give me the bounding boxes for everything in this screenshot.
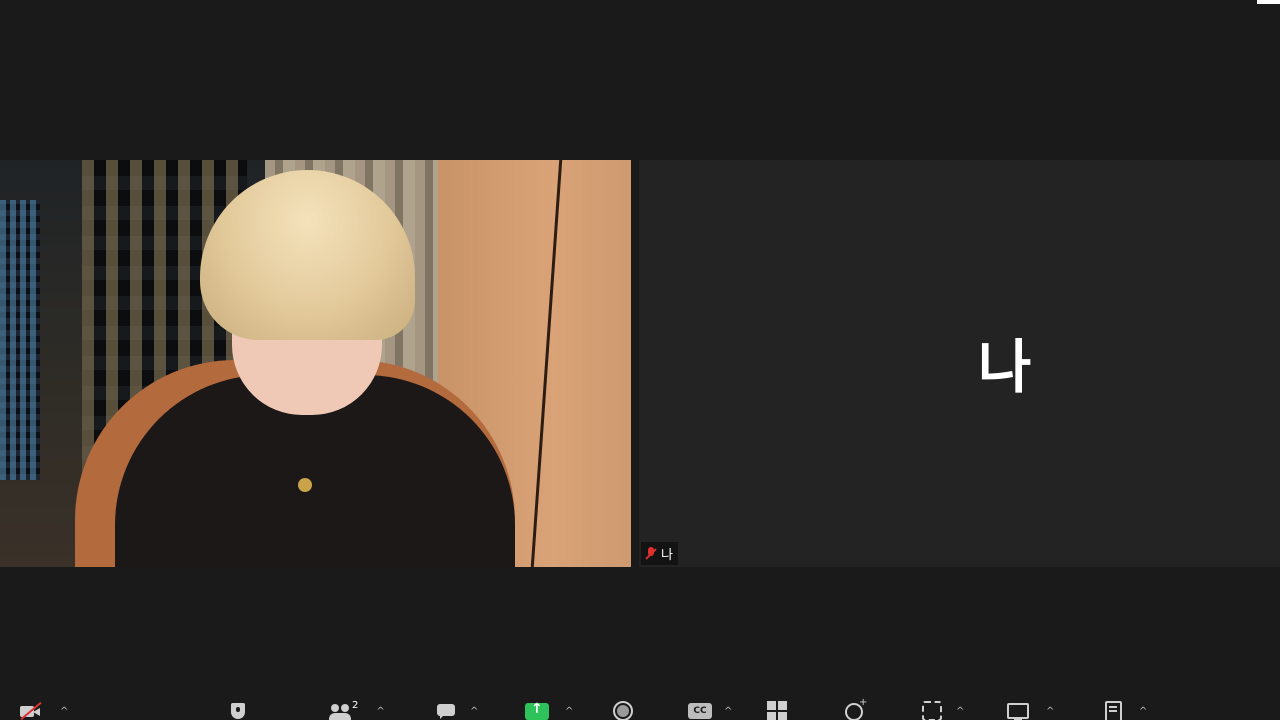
shield-icon <box>228 701 248 719</box>
screen-view-button[interactable]: ^ <box>1007 700 1054 720</box>
meeting-toolbar: ^ 2 ^ ^ ^ ^ <box>0 692 1280 720</box>
share-screen-icon <box>525 701 549 720</box>
meeting-window: 나 나 ^ 2 ^ ^ ^ <box>0 0 1280 720</box>
participants-count: 2 <box>352 699 359 711</box>
share-screen-button[interactable]: ^ <box>525 700 573 720</box>
notes-icon <box>1103 701 1123 720</box>
apps-button[interactable] <box>767 700 787 720</box>
closed-captions-button[interactable]: ^ <box>688 700 732 720</box>
city-building <box>0 200 40 480</box>
reactions-button[interactable] <box>845 697 867 720</box>
self-display-name: 나 <box>977 333 1032 401</box>
participants-button[interactable]: 2 ^ <box>329 699 385 720</box>
mic-muted-icon <box>645 547 657 560</box>
chevron-up-icon[interactable]: ^ <box>956 707 964 717</box>
chevron-up-icon[interactable]: ^ <box>376 707 384 717</box>
chevron-up-icon[interactable]: ^ <box>1046 707 1054 717</box>
chevron-up-icon[interactable]: ^ <box>60 707 68 717</box>
chevron-up-icon[interactable]: ^ <box>1139 707 1147 717</box>
self-name-tag: 나 <box>641 542 678 565</box>
focus-button[interactable]: ^ <box>922 700 964 720</box>
security-button[interactable] <box>228 700 248 720</box>
chat-button[interactable]: ^ <box>436 700 478 720</box>
record-button[interactable] <box>613 700 633 720</box>
video-slash-icon <box>20 701 42 720</box>
people-icon <box>329 701 351 720</box>
self-name-label: 나 <box>661 548 673 563</box>
necklace-pendant <box>298 478 312 492</box>
self-video-tile[interactable]: 나 나 <box>639 160 1280 567</box>
chevron-up-icon[interactable]: ^ <box>724 707 732 717</box>
chevron-up-icon[interactable]: ^ <box>565 707 573 717</box>
remote-video-tile[interactable] <box>0 160 631 567</box>
record-icon <box>613 701 633 720</box>
apps-grid-icon <box>767 701 787 719</box>
video-button[interactable]: ^ <box>20 700 68 720</box>
focus-icon <box>922 701 942 720</box>
video-feed <box>0 160 631 567</box>
chat-icon <box>436 701 456 719</box>
status-indicator <box>1257 0 1280 4</box>
chevron-up-icon[interactable]: ^ <box>470 707 478 717</box>
cc-icon <box>688 701 712 719</box>
screen-icon <box>1007 701 1029 720</box>
notes-button[interactable]: ^ <box>1103 700 1147 720</box>
reactions-icon <box>845 697 867 720</box>
